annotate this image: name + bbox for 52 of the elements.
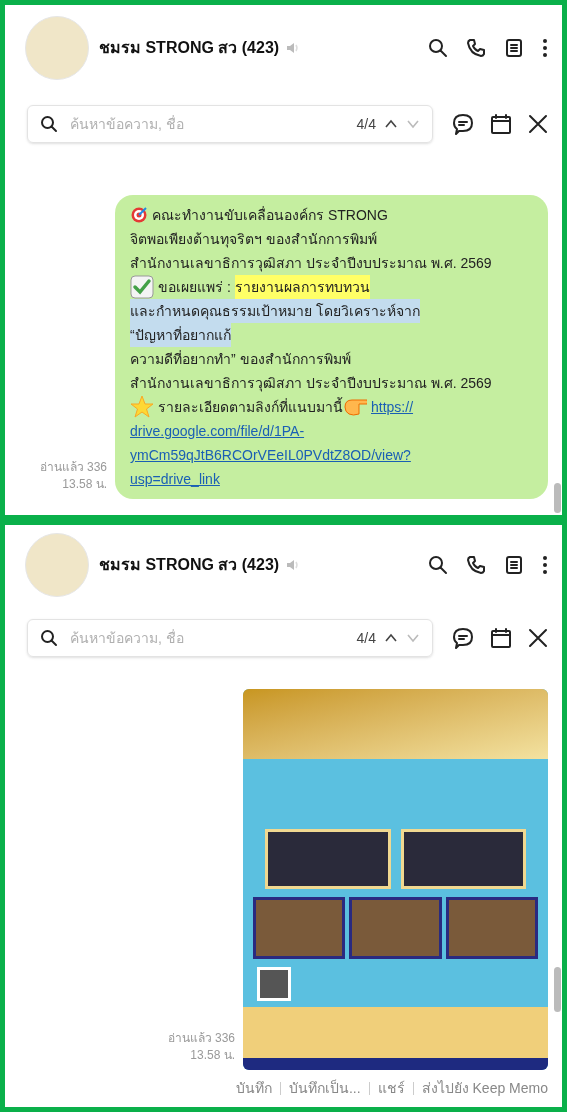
message-text: สำนักงานเลขาธิการวุฒิสภา ประจำปีงบประมาณ พ.ศ. 2569 xyxy=(130,254,492,274)
scrollbar-thumb[interactable] xyxy=(554,483,561,513)
scrollbar-thumb[interactable] xyxy=(554,967,561,1012)
more-options-icon[interactable] xyxy=(542,555,548,575)
link[interactable]: https:// xyxy=(371,395,414,419)
target-icon xyxy=(130,206,148,224)
message-text: จิตพอเพียงต้านทุจริตฯ ของสำนักการพิมพ์ xyxy=(130,230,377,250)
calendar-icon[interactable] xyxy=(490,627,512,649)
search-icon[interactable] xyxy=(428,38,448,58)
message-text: ความดีที่อยากทำ” ของสำนักการพิมพ์ xyxy=(130,349,351,369)
phone-icon[interactable] xyxy=(466,555,486,575)
link[interactable]: ymCm59qJtB6RCOrVEeIL0PVdtZ8OD/view? xyxy=(130,443,411,467)
match-counter: 4/4 xyxy=(356,114,376,134)
search-field[interactable]: ค้นหาข้อความ, ชื่อ 4/4 xyxy=(27,619,433,657)
search-field[interactable]: ค้นหาข้อความ, ชื่อ 4/4 xyxy=(27,105,433,143)
star-icon xyxy=(130,395,154,419)
search-input[interactable]: ค้นหาข้อความ, ชื่อ xyxy=(70,627,357,649)
timestamp: 13.58 น. xyxy=(62,476,107,493)
more-options-icon[interactable] xyxy=(542,38,548,58)
image-action[interactable]: บันทึก xyxy=(235,1078,272,1099)
chat-bubble-icon[interactable] xyxy=(452,627,474,649)
link[interactable]: usp=drive_link xyxy=(130,467,220,491)
search-input[interactable]: ค้นหาข้อความ, ชื่อ xyxy=(70,113,357,135)
close-icon[interactable] xyxy=(528,628,548,648)
message-text: สำนักงานเลขาธิการวุฒิสภา ประจำปีงบประมาณ พ.ศ. 2569 xyxy=(130,374,492,394)
notes-icon[interactable] xyxy=(504,38,524,58)
message-text: รายละเอียดตามลิงก์ที่แนบมานี้ xyxy=(158,396,343,417)
message-text: คณะทำงานขับเคลื่อนองค์กร STRONG xyxy=(152,205,388,225)
checkmark-icon xyxy=(130,275,154,299)
chat-title: ชมรม STRONG สว (423) xyxy=(99,38,280,58)
read-receipt: อ่านแล้ว 336 xyxy=(167,1030,235,1047)
image-action[interactable]: ส่งไปยัง Keep Memo xyxy=(421,1078,548,1099)
image-action[interactable]: แชร์ xyxy=(377,1078,405,1099)
chat-title: ชมรม STRONG สว (423) xyxy=(99,555,280,575)
chat-bubble-icon[interactable] xyxy=(452,113,474,135)
highlighted-text: “ปัญหาที่อยากแก้ xyxy=(130,323,231,347)
search-icon[interactable] xyxy=(428,555,448,575)
message-text: ขอเผยแพร่ : xyxy=(158,278,232,297)
notes-icon[interactable] xyxy=(504,555,524,575)
search-icon xyxy=(40,629,58,647)
link[interactable]: drive.google.com/file/d/1PA- xyxy=(130,419,305,443)
timestamp: 13.58 น. xyxy=(190,1047,235,1064)
search-icon xyxy=(40,115,58,133)
calendar-icon[interactable] xyxy=(490,113,512,135)
highlighted-text: รายงานผลการทบทวน xyxy=(234,275,370,299)
close-icon[interactable] xyxy=(528,114,548,134)
highlighted-text: และกำหนดคุณธรรมเป้าหมาย โดยวิเคราะห์จาก xyxy=(130,299,420,323)
poster-image[interactable] xyxy=(243,689,548,1070)
image-action[interactable]: บันทึกเป็น... xyxy=(288,1078,361,1099)
match-counter: 4/4 xyxy=(356,628,376,648)
phone-icon[interactable] xyxy=(466,38,486,58)
read-receipt: อ่านแล้ว 336 xyxy=(39,459,107,476)
